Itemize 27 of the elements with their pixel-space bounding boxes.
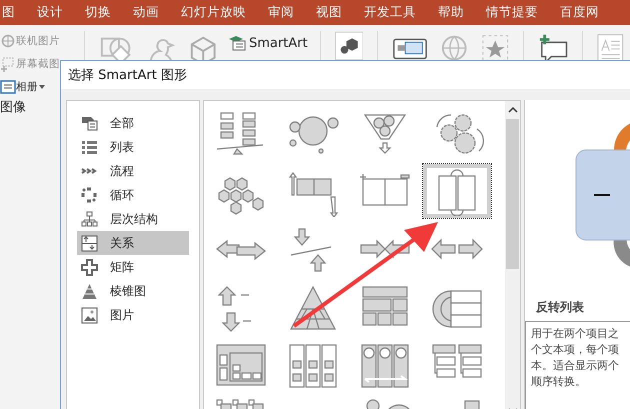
ribbon-tab[interactable]: 百度网 [560, 4, 599, 21]
smartart-button[interactable]: SmartArt [224, 32, 312, 54]
description-text: 本。适合显示两个 [531, 358, 620, 374]
category-item[interactable]: 列表 [77, 135, 189, 159]
ribbon-tab[interactable]: 审阅 [268, 4, 294, 21]
ribbon-tab[interactable]: 情节提要 [486, 4, 538, 21]
description-text: 用于在两个项目之 [531, 326, 620, 342]
category-item[interactable]: 矩阵 [77, 255, 189, 279]
group-label: 图像 [0, 99, 27, 116]
ribbon-tab[interactable]: 帮助 [438, 4, 464, 21]
description-text: 顺序转换。 [531, 374, 587, 390]
ribbon-tab[interactable]: 幻灯片放映 [181, 4, 246, 21]
category-item[interactable]: 层次结构 [77, 207, 189, 231]
ribbon-tab[interactable]: 开发工具 [364, 4, 416, 21]
ribbon-tab[interactable]: 设计 [37, 4, 63, 21]
category-item[interactable]: 图片 [77, 303, 189, 327]
description-text: 个文本项，每个项 [531, 342, 620, 358]
category-item[interactable]: 循环 [77, 183, 189, 207]
layout-name: 反转列表 [534, 299, 585, 316]
ribbon-tab[interactable]: 视图 [316, 4, 342, 21]
category-item[interactable]: 流程 [77, 159, 189, 183]
category-item[interactable]: 关系 [77, 231, 189, 255]
ribbon-tab[interactable]: 动画 [133, 4, 159, 21]
category-item[interactable]: 全部 [77, 111, 189, 135]
category-item[interactable]: 棱锥图 [77, 279, 189, 303]
ribbon-tab[interactable]: 切换 [85, 4, 111, 21]
ribbon-tab[interactable]: 图 [2, 4, 15, 21]
